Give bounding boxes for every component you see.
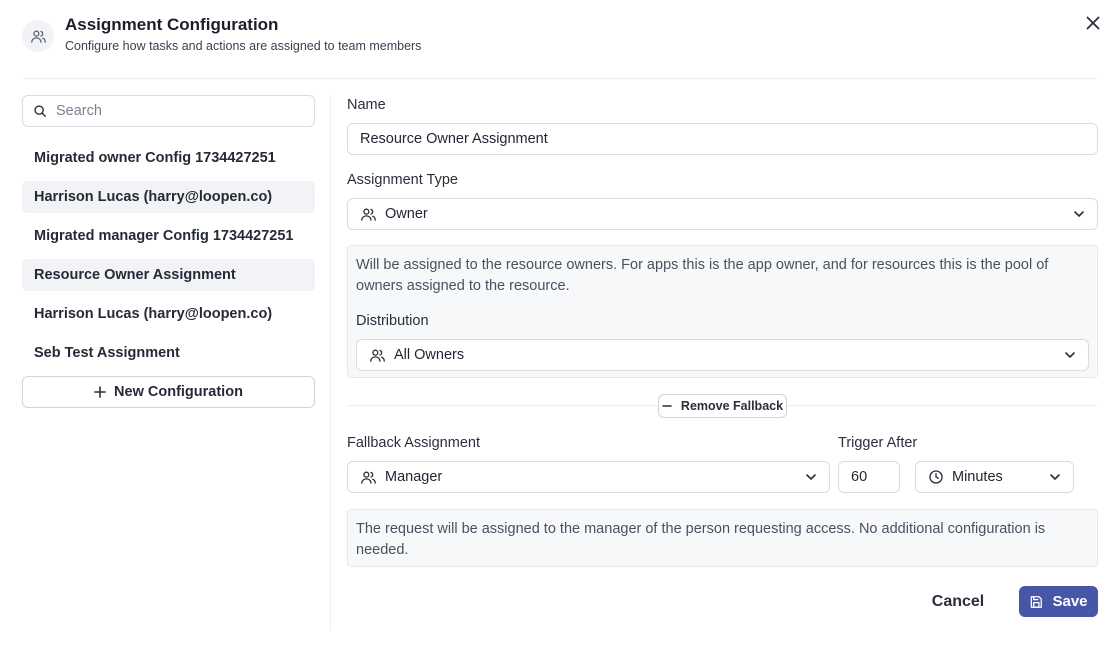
name-label: Name	[347, 97, 386, 113]
fallback-info: The request will be assigned to the mana…	[347, 509, 1098, 567]
remove-fallback-label: Remove Fallback	[680, 399, 784, 413]
search-input[interactable]	[56, 103, 286, 119]
users-icon	[370, 349, 385, 362]
distribution-value: All Owners	[394, 347, 465, 363]
search-icon	[34, 105, 46, 117]
cancel-button[interactable]: Cancel	[916, 586, 1000, 617]
search-box[interactable]	[22, 95, 315, 127]
clock-icon	[929, 470, 943, 484]
header-divider	[23, 78, 1097, 79]
name-input[interactable]: Resource Owner Assignment	[347, 123, 1098, 155]
panel-divider	[330, 95, 331, 630]
config-sidebar: Migrated owner Config 1734427251 Harrison…	[22, 95, 315, 408]
config-list-item[interactable]: Harrison Lucas (harry@loopen.co)	[22, 298, 315, 330]
users-icon	[361, 471, 376, 484]
chevron-down-icon	[1074, 211, 1084, 217]
name-value: Resource Owner Assignment	[360, 131, 548, 147]
cancel-label: Cancel	[931, 592, 985, 610]
distribution-label: Distribution	[356, 313, 429, 329]
config-list-item[interactable]: Harrison Lucas (harry@loopen.co)	[22, 181, 315, 213]
assignment-type-value: Owner	[385, 206, 428, 222]
config-list-item-label: Harrison Lucas (harry@loopen.co)	[34, 189, 273, 205]
assignment-type-select[interactable]: Owner	[347, 198, 1098, 230]
config-list-item-label: Harrison Lucas (harry@loopen.co)	[34, 306, 273, 322]
chevron-down-icon	[1050, 474, 1060, 480]
trigger-unit-select[interactable]: Minutes	[915, 461, 1074, 493]
minus-icon	[662, 401, 672, 411]
config-list-item-label: Seb Test Assignment	[34, 345, 180, 361]
trigger-after-value: 60	[851, 469, 868, 485]
fallback-assignment-label: Fallback Assignment	[347, 435, 480, 451]
chevron-down-icon	[1065, 352, 1075, 358]
trigger-unit-value: Minutes	[952, 469, 1003, 485]
new-configuration-button[interactable]: New Configuration	[22, 376, 315, 408]
assignment-type-description: Will be assigned to the resource owners.…	[356, 257, 1049, 294]
config-list-item-label: Migrated manager Config 1734427251	[34, 228, 294, 244]
config-list: Migrated owner Config 1734427251 Harrison…	[22, 142, 315, 369]
config-list-item-label: Migrated owner Config 1734427251	[34, 150, 276, 166]
trigger-after-label: Trigger After	[838, 435, 918, 451]
assignment-type-info: Will be assigned to the resource owners.…	[347, 245, 1098, 378]
save-label: Save	[1052, 593, 1088, 610]
config-list-item[interactable]: Migrated manager Config 1734427251	[22, 220, 315, 252]
config-list-item-label: Resource Owner Assignment	[34, 267, 236, 283]
distribution-select[interactable]: All Owners	[356, 339, 1089, 371]
close-icon	[1086, 16, 1100, 30]
config-list-item[interactable]: Resource Owner Assignment	[22, 259, 315, 291]
config-list-item[interactable]: Seb Test Assignment	[22, 337, 315, 369]
trigger-after-input[interactable]: 60	[838, 461, 900, 493]
remove-fallback-button[interactable]: Remove Fallback	[658, 394, 787, 418]
plus-icon	[94, 386, 106, 398]
dialog-title: Assignment Configuration	[65, 15, 279, 34]
new-configuration-label: New Configuration	[114, 384, 243, 400]
assignment-type-label: Assignment Type	[347, 172, 458, 188]
save-icon	[1029, 595, 1043, 609]
users-icon	[361, 208, 376, 221]
dialog-subtitle: Configure how tasks and actions are assi…	[65, 39, 422, 53]
close-button[interactable]	[1082, 12, 1104, 34]
chevron-down-icon	[806, 474, 816, 480]
fallback-assignment-value: Manager	[385, 469, 443, 485]
config-list-item[interactable]: Migrated owner Config 1734427251	[22, 142, 315, 174]
users-icon	[22, 20, 54, 52]
save-button[interactable]: Save	[1019, 586, 1098, 617]
fallback-assignment-select[interactable]: Manager	[347, 461, 830, 493]
fallback-description: The request will be assigned to the mana…	[356, 521, 1046, 558]
